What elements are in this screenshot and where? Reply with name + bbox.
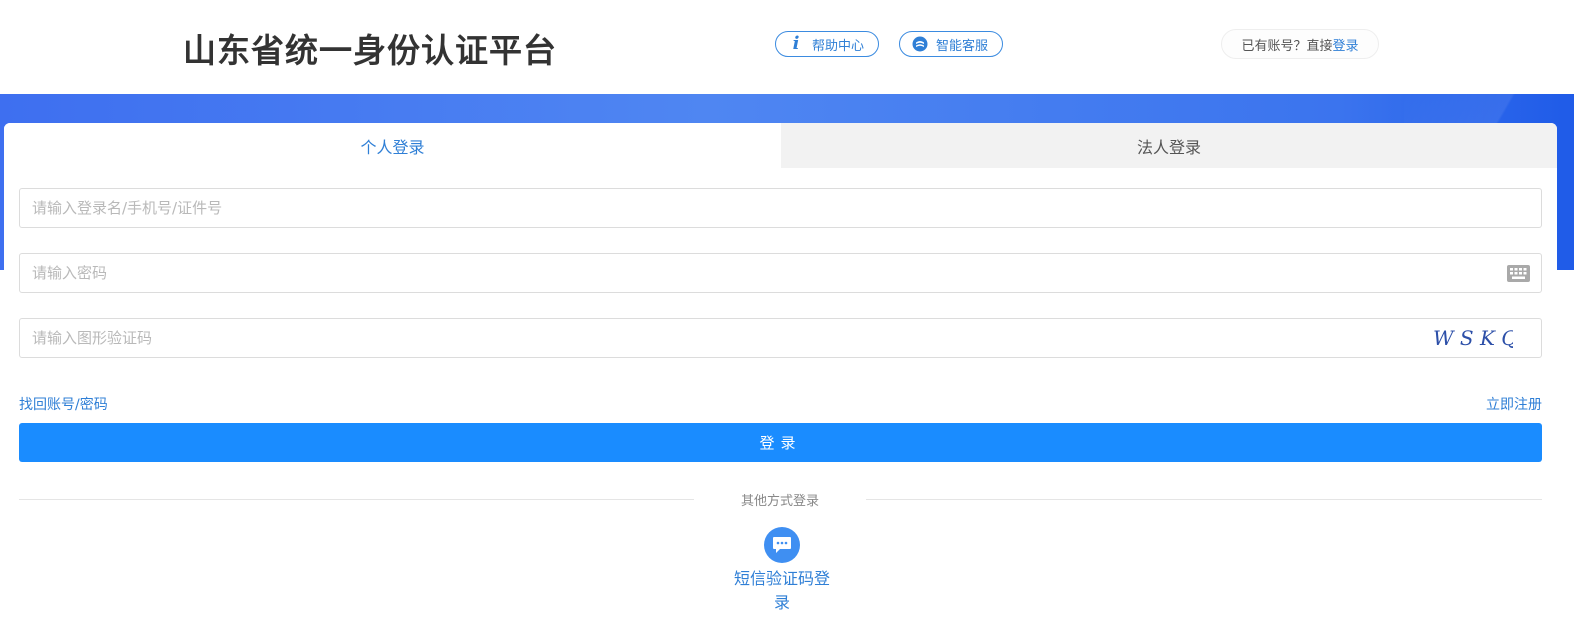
captcha-image[interactable]: W S K Q bbox=[1431, 323, 1513, 353]
sms-login-label: 短信验证码登录 bbox=[733, 569, 830, 612]
site-title: 山东省统一身份认证平台 bbox=[183, 31, 557, 70]
captcha-input[interactable] bbox=[20, 319, 1541, 357]
smart-service-button[interactable]: 智能客服 bbox=[899, 31, 1003, 57]
account-prompt-text: 已有账号？直接 bbox=[1241, 38, 1333, 54]
sms-login-option[interactable]: 短信验证码登录 bbox=[730, 527, 834, 615]
tab-personal-login[interactable]: 个人登录 bbox=[4, 123, 781, 168]
login-tabs: 个人登录 法人登录 bbox=[4, 123, 1557, 168]
account-prompt-box: 已有账号？直接 登录 bbox=[1221, 29, 1379, 59]
divider-right bbox=[866, 499, 1542, 500]
help-center-button[interactable]: i 帮助中心 bbox=[775, 31, 879, 57]
tab-legal-person-login[interactable]: 法人登录 bbox=[781, 123, 1557, 168]
username-field bbox=[19, 188, 1542, 228]
other-login-divider-text: 其他方式登录 bbox=[740, 494, 819, 509]
keyboard-icon[interactable] bbox=[1507, 265, 1530, 282]
svg-text:W S K Q: W S K Q bbox=[1433, 326, 1513, 350]
direct-login-link[interactable]: 登录 bbox=[1333, 35, 1359, 54]
find-account-password-link[interactable]: 找回账号/密码 bbox=[19, 394, 108, 414]
register-link[interactable]: 立即注册 bbox=[1486, 394, 1542, 414]
customer-service-icon bbox=[912, 36, 928, 52]
login-button[interactable]: 登录 bbox=[19, 423, 1542, 462]
chat-bubble-icon bbox=[764, 527, 800, 563]
header: 山东省统一身份认证平台 i 帮助中心 智能客服 已有账号？直接 登录 bbox=[0, 0, 1574, 94]
password-input[interactable] bbox=[20, 254, 1541, 292]
divider-left bbox=[19, 499, 694, 500]
smart-service-label: 智能客服 bbox=[936, 38, 989, 54]
login-page: 山东省统一身份认证平台 i 帮助中心 智能客服 已有账号？直接 登录 个人登录 法… bbox=[0, 0, 1574, 623]
help-center-label: 帮助中心 bbox=[812, 38, 865, 54]
info-icon: i bbox=[792, 33, 800, 54]
password-field bbox=[19, 253, 1542, 293]
login-card: 个人登录 法人登录 W S K Q bbox=[4, 123, 1557, 623]
captcha-field: W S K Q bbox=[19, 318, 1542, 358]
username-input[interactable] bbox=[20, 189, 1541, 227]
